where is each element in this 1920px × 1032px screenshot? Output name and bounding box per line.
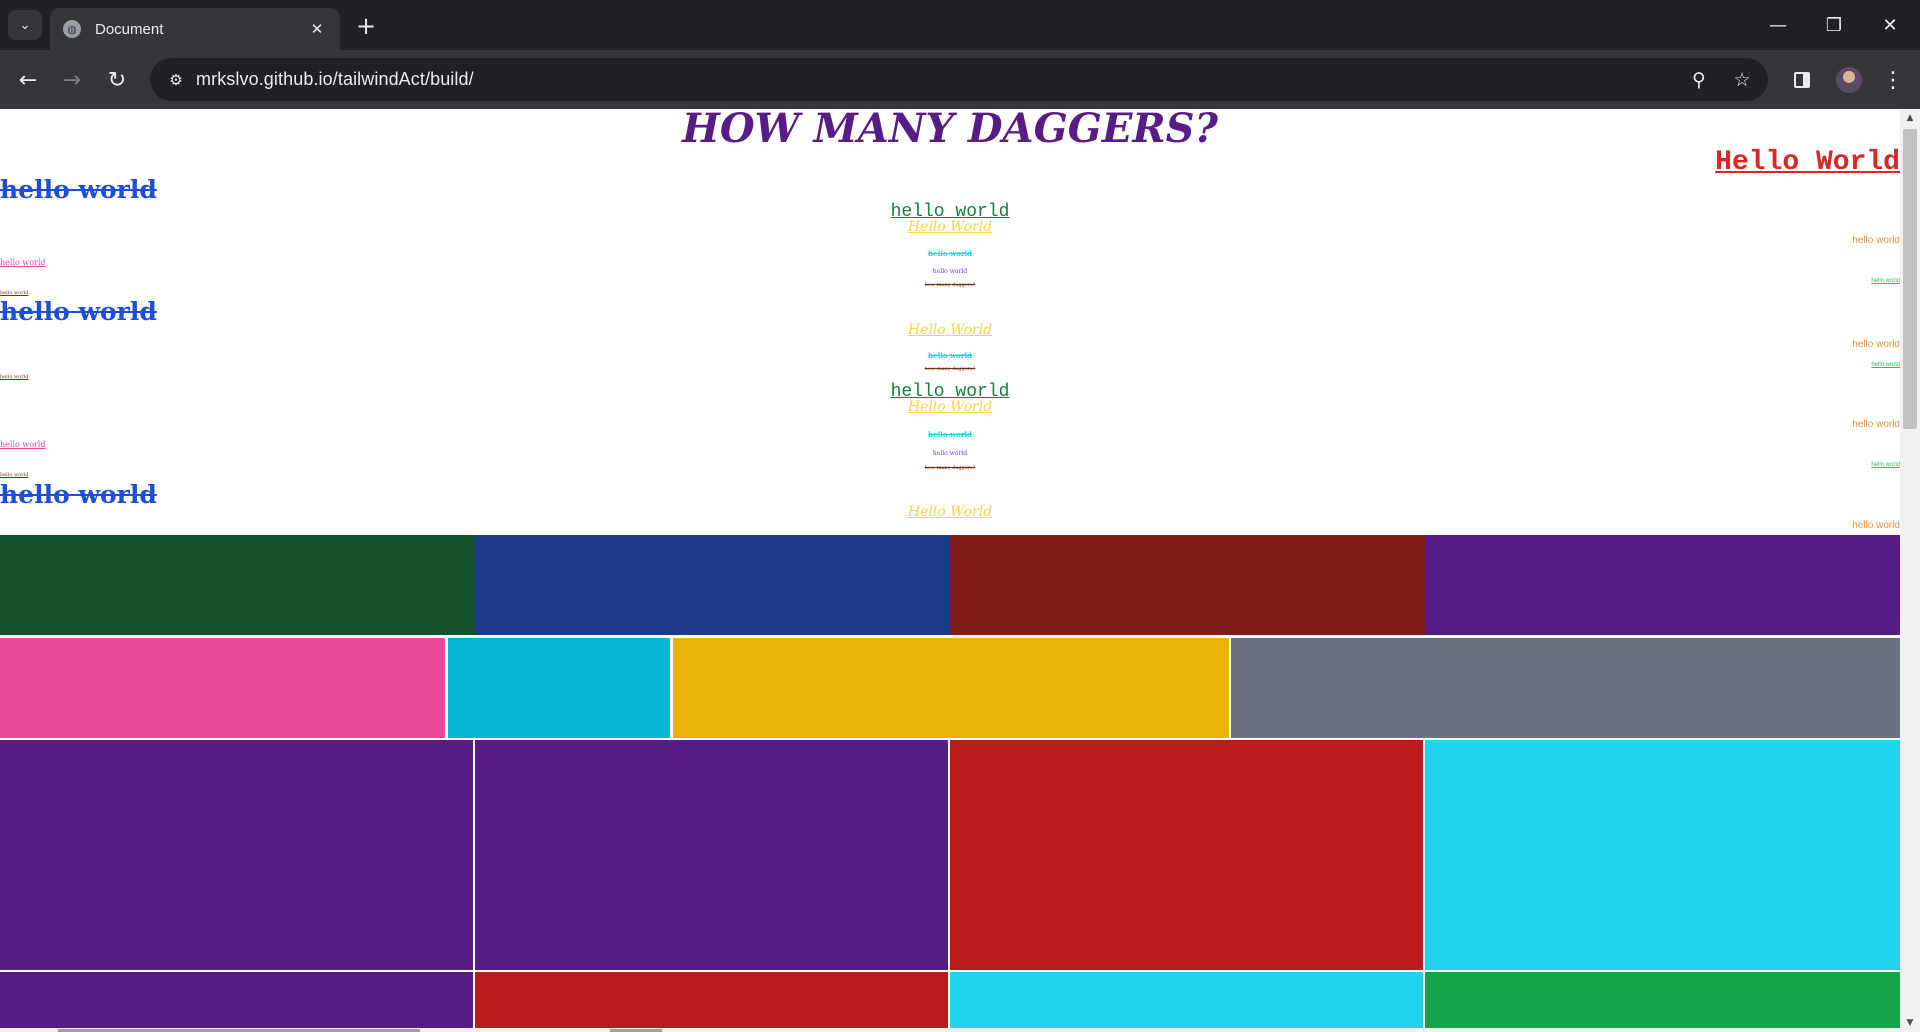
hello-world-yellow-italic: Hello World <box>907 219 993 235</box>
hello-world-purple: hello world <box>932 450 968 457</box>
browser-toolbar: ← → ↻ ⚙ mrkslvo.github.io/tailwindAct/bu… <box>0 50 1920 109</box>
back-button[interactable]: ← <box>12 64 44 96</box>
scroll-up-icon[interactable]: ▲ <box>1900 109 1920 127</box>
arrow-right-icon: → <box>62 67 82 93</box>
hello-world-red-heading: Hello World <box>1715 147 1900 178</box>
chevron-down-icon: ⌄ <box>19 17 31 33</box>
hello-world-cyan-strike: hello world <box>928 430 972 439</box>
hello-world-brown-small: hello world <box>0 290 29 296</box>
more-vert-icon: ⋮ <box>1882 67 1904 93</box>
hello-world-orange: hello world <box>1852 419 1900 430</box>
grid-block <box>1231 638 1900 738</box>
forward-button[interactable]: → <box>56 64 88 96</box>
hello-world-cyan-strike: hello world <box>928 249 972 258</box>
grid-block <box>1425 535 1900 635</box>
hello-world-blue-strike: hello world <box>0 297 157 326</box>
tab-strip: ⌄ ◍ Document ✕ + — ❐ ✕ <box>0 0 1920 50</box>
plus-icon: + <box>355 12 377 40</box>
star-icon: ☆ <box>1733 69 1751 91</box>
zoom-icon: ⚲ <box>1692 69 1706 91</box>
hello-world-brown-small: hello world <box>0 472 29 478</box>
vertical-scrollbar[interactable]: ▲ ▼ <box>1900 109 1920 1032</box>
grid-block <box>0 638 445 738</box>
address-bar[interactable]: ⚙ mrkslvo.github.io/tailwindAct/build/ ⚲… <box>150 58 1768 101</box>
tab-title: Document <box>95 20 164 38</box>
hello-world-yellow-italic: Hello World <box>907 504 993 520</box>
grid-block <box>950 740 1423 970</box>
hello-world-yellow-italic: Hello World <box>907 399 993 415</box>
page-viewport: HOW MANY DAGGERS? Hello World hello worl… <box>0 109 1920 1032</box>
grid-block <box>475 740 948 970</box>
hello-world-purple: hello world <box>932 268 968 275</box>
restore-icon: ❐ <box>1825 14 1843 36</box>
hello-world-blue-strike: hello world <box>0 480 157 509</box>
grid-block <box>0 972 473 1032</box>
hello-world-orange: hello world <box>1852 235 1900 246</box>
hello-world-yellow-italic: Hello World <box>907 322 993 338</box>
hello-world-brown-small: hello world <box>0 374 29 380</box>
tune-icon: ⚙ <box>169 71 183 89</box>
grid-block <box>0 740 473 970</box>
side-panel-button[interactable] <box>1786 64 1818 96</box>
hello-world-green-small: hello world <box>1871 462 1900 468</box>
hello-world-green-small: hello world <box>1871 278 1900 284</box>
how-many-daggers-small: how many daggers? <box>924 465 976 471</box>
grid-block <box>1425 740 1900 970</box>
scroll-down-icon[interactable]: ▼ <box>1900 1014 1920 1032</box>
hello-world-blue-strike: hello world <box>0 175 157 204</box>
grid-block <box>475 535 950 635</box>
grid-block <box>475 972 948 1032</box>
tab-search-button[interactable]: ⌄ <box>8 10 42 40</box>
close-window-button[interactable]: ✕ <box>1862 0 1918 50</box>
close-icon: ✕ <box>1882 14 1898 36</box>
how-many-daggers-small: how many daggers? <box>924 366 976 372</box>
how-many-daggers-small: how many daggers? <box>924 282 976 288</box>
zoom-button[interactable]: ⚲ <box>1685 66 1713 94</box>
new-tab-button[interactable]: + <box>352 12 380 40</box>
bookmark-button[interactable]: ☆ <box>1728 66 1756 94</box>
avatar[interactable] <box>1836 67 1862 93</box>
close-icon: ✕ <box>310 20 324 38</box>
hello-world-pink: hello world <box>0 440 46 449</box>
grid-block <box>448 638 670 738</box>
tab-document[interactable]: ◍ Document ✕ <box>50 8 340 50</box>
hello-world-green-small: hello world <box>1871 362 1900 368</box>
page-heading: HOW MANY DAGGERS? <box>682 109 1218 152</box>
restore-button[interactable]: ❐ <box>1806 0 1862 50</box>
tab-close-button[interactable]: ✕ <box>306 18 328 40</box>
url-text[interactable]: mrkslvo.github.io/tailwindAct/build/ <box>196 69 474 90</box>
hello-world-orange: hello world <box>1852 520 1900 531</box>
minimize-button[interactable]: — <box>1750 0 1806 50</box>
grid-block <box>1425 972 1900 1032</box>
minimize-icon: — <box>1769 14 1787 36</box>
menu-button[interactable]: ⋮ <box>1878 64 1908 96</box>
reload-button[interactable]: ↻ <box>101 64 133 96</box>
grid-block <box>950 972 1423 1032</box>
grid-block <box>950 535 1425 635</box>
side-panel-icon <box>1794 72 1810 88</box>
hello-world-pink: hello world <box>0 258 46 267</box>
site-info-button[interactable]: ⚙ <box>162 66 190 94</box>
grid-block <box>0 535 475 635</box>
reload-icon: ↻ <box>107 67 127 93</box>
arrow-left-icon: ← <box>18 67 38 93</box>
globe-icon: ◍ <box>63 20 81 38</box>
scroll-thumb[interactable] <box>1903 129 1917 429</box>
grid-block <box>673 638 1229 738</box>
hello-world-cyan-strike: hello world <box>928 351 972 360</box>
hello-world-orange: hello world <box>1852 339 1900 350</box>
